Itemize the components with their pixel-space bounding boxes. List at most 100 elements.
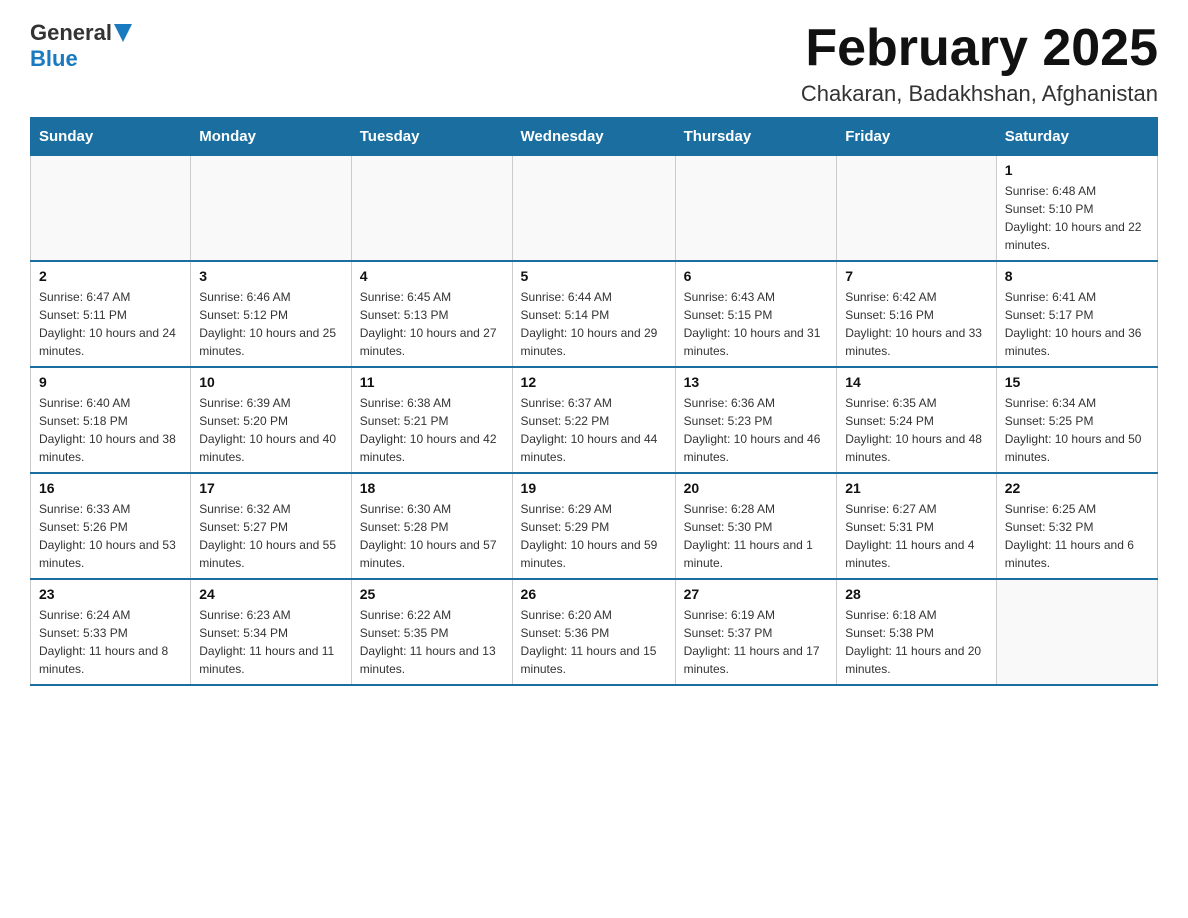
day-info: Sunrise: 6:41 AMSunset: 5:17 PMDaylight:… bbox=[1005, 288, 1149, 360]
calendar-day-cell bbox=[191, 156, 352, 262]
day-info: Sunrise: 6:45 AMSunset: 5:13 PMDaylight:… bbox=[360, 288, 504, 360]
calendar-day-cell bbox=[837, 156, 997, 262]
day-info: Sunrise: 6:23 AMSunset: 5:34 PMDaylight:… bbox=[199, 606, 343, 678]
day-info: Sunrise: 6:46 AMSunset: 5:12 PMDaylight:… bbox=[199, 288, 343, 360]
page-title: February 2025 bbox=[801, 20, 1158, 77]
day-info: Sunrise: 6:22 AMSunset: 5:35 PMDaylight:… bbox=[360, 606, 504, 678]
day-info: Sunrise: 6:24 AMSunset: 5:33 PMDaylight:… bbox=[39, 606, 182, 678]
calendar-day-cell: 26 Sunrise: 6:20 AMSunset: 5:36 PMDayligh… bbox=[512, 579, 675, 685]
calendar-day-cell bbox=[31, 156, 191, 262]
calendar-day-cell: 19 Sunrise: 6:29 AMSunset: 5:29 PMDayligh… bbox=[512, 473, 675, 579]
day-info: Sunrise: 6:48 AMSunset: 5:10 PMDaylight:… bbox=[1005, 182, 1149, 254]
day-number: 21 bbox=[845, 480, 988, 496]
day-number: 28 bbox=[845, 586, 988, 602]
day-info: Sunrise: 6:35 AMSunset: 5:24 PMDaylight:… bbox=[845, 394, 988, 466]
page-header: General Blue February 2025 Chakaran, Bad… bbox=[30, 20, 1158, 107]
calendar-day-cell: 16 Sunrise: 6:33 AMSunset: 5:26 PMDayligh… bbox=[31, 473, 191, 579]
calendar-week-row: 1 Sunrise: 6:48 AMSunset: 5:10 PMDaylight… bbox=[31, 156, 1158, 262]
calendar-day-cell: 14 Sunrise: 6:35 AMSunset: 5:24 PMDayligh… bbox=[837, 367, 997, 473]
day-info: Sunrise: 6:43 AMSunset: 5:15 PMDaylight:… bbox=[684, 288, 829, 360]
day-number: 22 bbox=[1005, 480, 1149, 496]
day-number: 16 bbox=[39, 480, 182, 496]
day-info: Sunrise: 6:40 AMSunset: 5:18 PMDaylight:… bbox=[39, 394, 182, 466]
calendar-day-cell: 23 Sunrise: 6:24 AMSunset: 5:33 PMDayligh… bbox=[31, 579, 191, 685]
day-number: 14 bbox=[845, 374, 988, 390]
calendar-day-cell: 4 Sunrise: 6:45 AMSunset: 5:13 PMDaylight… bbox=[351, 261, 512, 367]
calendar-day-cell: 20 Sunrise: 6:28 AMSunset: 5:30 PMDayligh… bbox=[675, 473, 837, 579]
day-number: 18 bbox=[360, 480, 504, 496]
calendar-day-cell: 25 Sunrise: 6:22 AMSunset: 5:35 PMDayligh… bbox=[351, 579, 512, 685]
day-number: 23 bbox=[39, 586, 182, 602]
day-info: Sunrise: 6:39 AMSunset: 5:20 PMDaylight:… bbox=[199, 394, 343, 466]
day-info: Sunrise: 6:33 AMSunset: 5:26 PMDaylight:… bbox=[39, 500, 182, 572]
col-header-monday: Monday bbox=[191, 118, 352, 156]
calendar-header: SundayMondayTuesdayWednesdayThursdayFrid… bbox=[31, 118, 1158, 156]
day-info: Sunrise: 6:38 AMSunset: 5:21 PMDaylight:… bbox=[360, 394, 504, 466]
day-info: Sunrise: 6:27 AMSunset: 5:31 PMDaylight:… bbox=[845, 500, 988, 572]
day-info: Sunrise: 6:36 AMSunset: 5:23 PMDaylight:… bbox=[684, 394, 829, 466]
day-number: 1 bbox=[1005, 162, 1149, 178]
calendar-table: SundayMondayTuesdayWednesdayThursdayFrid… bbox=[30, 117, 1158, 686]
calendar-day-cell bbox=[351, 156, 512, 262]
day-number: 25 bbox=[360, 586, 504, 602]
day-number: 8 bbox=[1005, 268, 1149, 284]
day-number: 4 bbox=[360, 268, 504, 284]
calendar-day-cell: 2Sunrise: 6:47 AMSunset: 5:11 PMDaylight… bbox=[31, 261, 191, 367]
day-number: 27 bbox=[684, 586, 829, 602]
day-info: Sunrise: 6:42 AMSunset: 5:16 PMDaylight:… bbox=[845, 288, 988, 360]
day-info: Sunrise: 6:30 AMSunset: 5:28 PMDaylight:… bbox=[360, 500, 504, 572]
calendar-day-cell bbox=[512, 156, 675, 262]
logo-general-text: General bbox=[30, 20, 112, 46]
calendar-day-cell: 7 Sunrise: 6:42 AMSunset: 5:16 PMDaylight… bbox=[837, 261, 997, 367]
day-number: 24 bbox=[199, 586, 343, 602]
day-number: 20 bbox=[684, 480, 829, 496]
day-info: Sunrise: 6:37 AMSunset: 5:22 PMDaylight:… bbox=[521, 394, 667, 466]
day-number: 19 bbox=[521, 480, 667, 496]
day-info: Sunrise: 6:29 AMSunset: 5:29 PMDaylight:… bbox=[521, 500, 667, 572]
calendar-day-cell: 28 Sunrise: 6:18 AMSunset: 5:38 PMDayligh… bbox=[837, 579, 997, 685]
calendar-day-cell: 6 Sunrise: 6:43 AMSunset: 5:15 PMDaylight… bbox=[675, 261, 837, 367]
calendar-day-cell: 18 Sunrise: 6:30 AMSunset: 5:28 PMDayligh… bbox=[351, 473, 512, 579]
calendar-day-cell: 12Sunrise: 6:37 AMSunset: 5:22 PMDayligh… bbox=[512, 367, 675, 473]
calendar-day-cell bbox=[996, 579, 1157, 685]
day-number: 13 bbox=[684, 374, 829, 390]
day-number: 6 bbox=[684, 268, 829, 284]
calendar-day-cell: 3 Sunrise: 6:46 AMSunset: 5:12 PMDaylight… bbox=[191, 261, 352, 367]
col-header-friday: Friday bbox=[837, 118, 997, 156]
col-header-sunday: Sunday bbox=[31, 118, 191, 156]
day-number: 7 bbox=[845, 268, 988, 284]
day-info: Sunrise: 6:18 AMSunset: 5:38 PMDaylight:… bbox=[845, 606, 988, 678]
logo-blue-text: Blue bbox=[30, 46, 78, 72]
calendar-day-cell: 17 Sunrise: 6:32 AMSunset: 5:27 PMDayligh… bbox=[191, 473, 352, 579]
day-number: 10 bbox=[199, 374, 343, 390]
calendar-day-cell: 11 Sunrise: 6:38 AMSunset: 5:21 PMDayligh… bbox=[351, 367, 512, 473]
calendar-day-cell: 15Sunrise: 6:34 AMSunset: 5:25 PMDayligh… bbox=[996, 367, 1157, 473]
calendar-day-cell: 27 Sunrise: 6:19 AMSunset: 5:37 PMDayligh… bbox=[675, 579, 837, 685]
day-number: 9 bbox=[39, 374, 182, 390]
day-info: Sunrise: 6:28 AMSunset: 5:30 PMDaylight:… bbox=[684, 500, 829, 572]
day-info: Sunrise: 6:19 AMSunset: 5:37 PMDaylight:… bbox=[684, 606, 829, 678]
col-header-saturday: Saturday bbox=[996, 118, 1157, 156]
day-info: Sunrise: 6:20 AMSunset: 5:36 PMDaylight:… bbox=[521, 606, 667, 678]
day-number: 5 bbox=[521, 268, 667, 284]
title-block: February 2025 Chakaran, Badakhshan, Afgh… bbox=[801, 20, 1158, 107]
day-number: 26 bbox=[521, 586, 667, 602]
day-info: Sunrise: 6:44 AMSunset: 5:14 PMDaylight:… bbox=[521, 288, 667, 360]
calendar-day-cell: 8 Sunrise: 6:41 AMSunset: 5:17 PMDaylight… bbox=[996, 261, 1157, 367]
calendar-day-cell bbox=[675, 156, 837, 262]
calendar-day-cell: 24 Sunrise: 6:23 AMSunset: 5:34 PMDayligh… bbox=[191, 579, 352, 685]
calendar-week-row: 16 Sunrise: 6:33 AMSunset: 5:26 PMDayligh… bbox=[31, 473, 1158, 579]
day-number: 3 bbox=[199, 268, 343, 284]
calendar-day-cell: 1 Sunrise: 6:48 AMSunset: 5:10 PMDaylight… bbox=[996, 156, 1157, 262]
logo: General Blue bbox=[30, 20, 132, 72]
page-subtitle: Chakaran, Badakhshan, Afghanistan bbox=[801, 81, 1158, 107]
day-info: Sunrise: 6:32 AMSunset: 5:27 PMDaylight:… bbox=[199, 500, 343, 572]
day-number: 17 bbox=[199, 480, 343, 496]
col-header-tuesday: Tuesday bbox=[351, 118, 512, 156]
calendar-day-cell: 5 Sunrise: 6:44 AMSunset: 5:14 PMDaylight… bbox=[512, 261, 675, 367]
day-number: 11 bbox=[360, 374, 504, 390]
calendar-day-cell: 10 Sunrise: 6:39 AMSunset: 5:20 PMDayligh… bbox=[191, 367, 352, 473]
logo-triangle-icon bbox=[114, 24, 132, 42]
col-header-wednesday: Wednesday bbox=[512, 118, 675, 156]
day-number: 15 bbox=[1005, 374, 1149, 390]
